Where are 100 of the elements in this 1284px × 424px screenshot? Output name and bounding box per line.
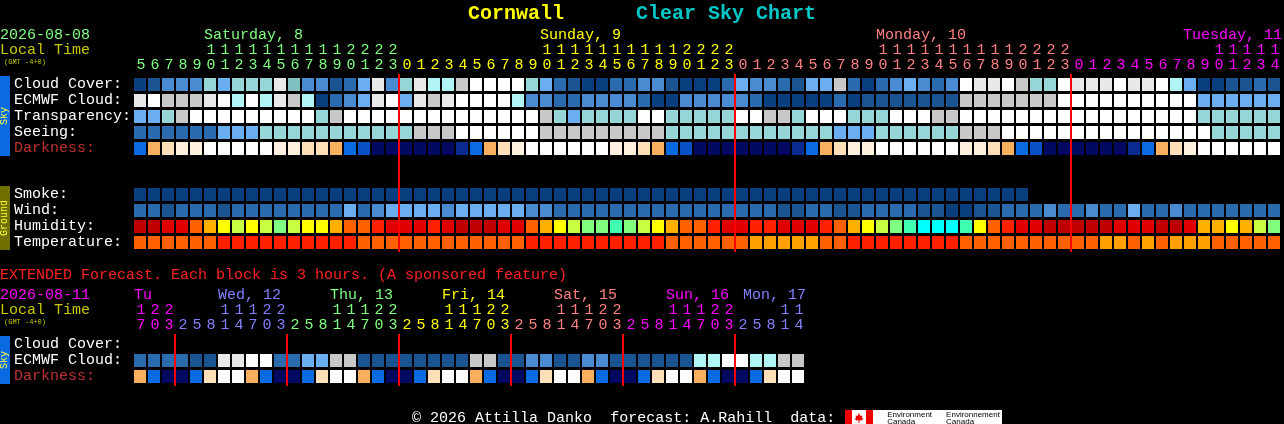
- hour-label: 20: [345, 43, 357, 73]
- data-label: data:: [790, 409, 836, 424]
- hour-label: 5: [191, 318, 203, 333]
- row-label: Wind:: [14, 202, 60, 218]
- hour-label: 17: [695, 303, 707, 333]
- hour-label: 6: [1157, 58, 1169, 73]
- hour-label: 6: [485, 58, 497, 73]
- hour-label: 9: [1199, 58, 1211, 73]
- hour-label: 16: [625, 43, 637, 73]
- hour-label: 13: [919, 43, 931, 73]
- hour-label: 8: [1185, 58, 1197, 73]
- hour-label: 17: [247, 303, 259, 333]
- hour-label: 17: [471, 303, 483, 333]
- hour-label: 11: [443, 303, 455, 333]
- hour-label: 2: [737, 318, 749, 333]
- hour-label: 8: [177, 58, 189, 73]
- hour-label: 5: [807, 58, 819, 73]
- row-label: Transparency:: [14, 108, 133, 124]
- hour-label: 2: [289, 318, 301, 333]
- hour-label: 21: [1031, 43, 1043, 73]
- hour-label: 11: [779, 303, 791, 333]
- hour-label: 10: [877, 43, 889, 73]
- hour-label: 12: [233, 43, 245, 73]
- hour-label: 4: [793, 58, 805, 73]
- hour-label: 19: [667, 43, 679, 73]
- hour-label: 14: [681, 303, 693, 333]
- hour-label: 18: [989, 43, 1001, 73]
- hour-label: 8: [765, 318, 777, 333]
- hour-label: 23: [387, 303, 399, 333]
- hour-label: 11: [331, 303, 343, 333]
- hour-label: 7: [163, 58, 175, 73]
- time-label: Local Time: [0, 43, 91, 58]
- hour-label: 17: [303, 43, 315, 73]
- hour-label: 5: [415, 318, 427, 333]
- hour-label: 9: [863, 58, 875, 73]
- hour-label: 23: [499, 303, 511, 333]
- hour-label: 2: [177, 318, 189, 333]
- hour-label: 21: [359, 43, 371, 73]
- hour-label: 2: [625, 318, 637, 333]
- hour-label: 17: [583, 303, 595, 333]
- hour-label: 12: [905, 43, 917, 73]
- hour-label: 0: [1073, 58, 1085, 73]
- hour-label: 3: [443, 58, 455, 73]
- hour-label: 4: [1129, 58, 1141, 73]
- credit-text: forecast: A.Rahill: [610, 409, 773, 424]
- flag-icon: [845, 410, 874, 424]
- row-label: Darkness:: [14, 368, 96, 384]
- hour-label: 9: [527, 58, 539, 73]
- hour-label: 19: [331, 43, 343, 73]
- hour-label: 7: [835, 58, 847, 73]
- hour-label: 2: [765, 58, 777, 73]
- hour-label: 23: [275, 303, 287, 333]
- hour-label: 20: [681, 43, 693, 73]
- hour-label: 10: [205, 43, 217, 73]
- row-label: Cloud Cover:: [14, 336, 124, 352]
- row-label: Humidity:: [14, 218, 96, 234]
- hour-label: 1: [751, 58, 763, 73]
- hour-label: 20: [149, 303, 161, 333]
- day-label: Monday, 10: [876, 28, 966, 43]
- hour-label: 11: [555, 43, 567, 73]
- logo-text: Environnement Canada: [946, 411, 1000, 424]
- location-title: Cornwall: [467, 1, 564, 25]
- hour-label: 23: [611, 303, 623, 333]
- hour-label: 20: [373, 303, 385, 333]
- day-label: Sun, 16: [666, 288, 729, 303]
- hour-label: 3: [779, 58, 791, 73]
- chart-title: Clear Sky Chart: [636, 1, 816, 25]
- day-label: Wed, 12: [218, 288, 281, 303]
- hour-label: 1: [415, 58, 427, 73]
- hour-label: 5: [751, 318, 763, 333]
- hour-label: 23: [163, 303, 175, 333]
- hour-label: 5: [135, 58, 147, 73]
- hour-label: 11: [667, 303, 679, 333]
- hour-label: 8: [513, 58, 525, 73]
- hour-label: 8: [317, 318, 329, 333]
- hour-label: 15: [275, 43, 287, 73]
- hour-label: 18: [317, 43, 329, 73]
- hour-label: 2: [429, 58, 441, 73]
- time-label: Local Time: [0, 303, 91, 318]
- hour-label: 2: [1101, 58, 1113, 73]
- day-label: Tu: [134, 288, 152, 303]
- hour-label: 5: [1143, 58, 1155, 73]
- hour-label: 20: [1017, 43, 1029, 73]
- hour-label: 18: [653, 43, 665, 73]
- hour-label: 2: [513, 318, 525, 333]
- hour-label: 5: [639, 318, 651, 333]
- hour-label: 19: [1003, 43, 1015, 73]
- row-label: Darkness:: [14, 140, 96, 156]
- date-text: 2026-08-08: [0, 28, 91, 43]
- hour-label: 1: [1087, 58, 1099, 73]
- hour-label: 2: [401, 318, 413, 333]
- hour-label: 14: [261, 43, 273, 73]
- hour-label: 20: [709, 303, 721, 333]
- hour-label: 7: [1171, 58, 1183, 73]
- hour-label: 6: [821, 58, 833, 73]
- hour-label: 16: [289, 43, 301, 73]
- hour-label: 17: [639, 43, 651, 73]
- hour-label: 14: [597, 43, 609, 73]
- hour-label: 21: [695, 43, 707, 73]
- hour-label: 20: [597, 303, 609, 333]
